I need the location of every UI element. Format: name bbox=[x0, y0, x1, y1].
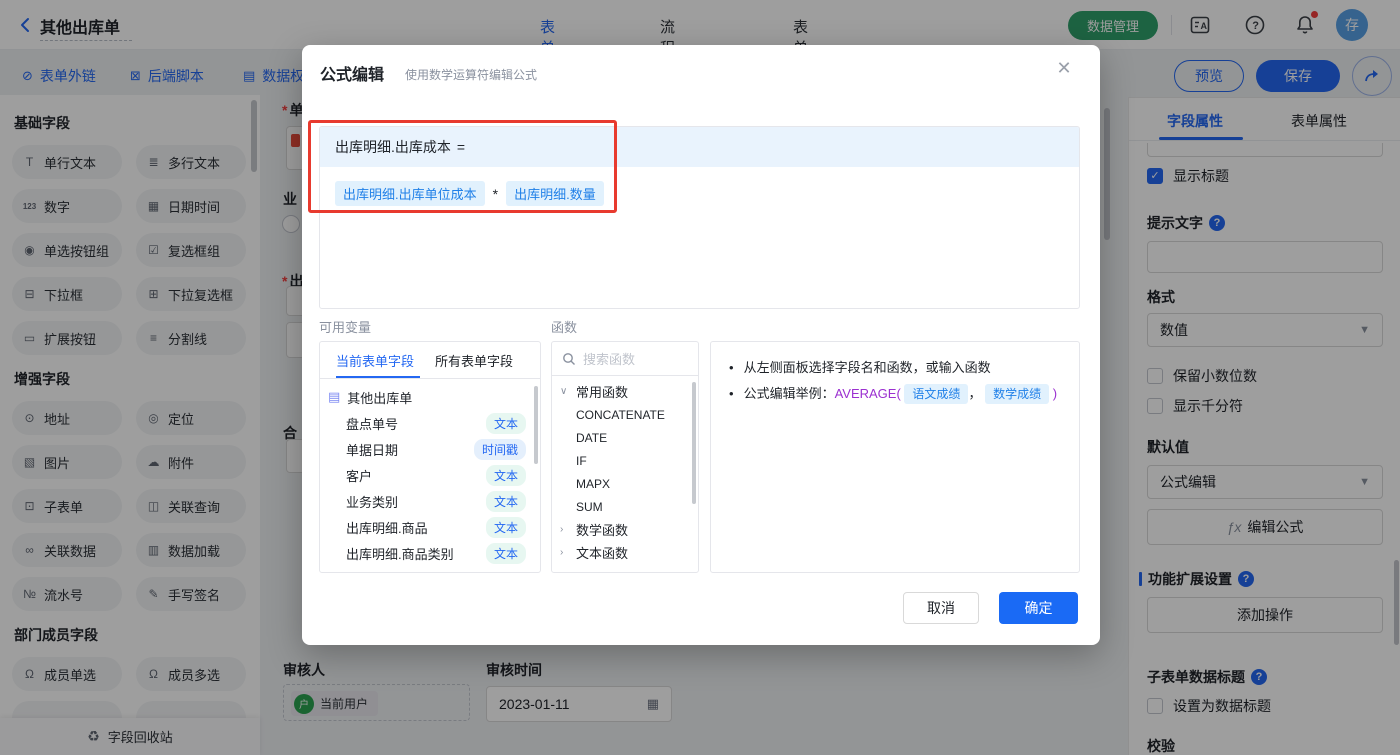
function-item[interactable]: SUM bbox=[552, 495, 698, 518]
function-name: AVERAGE( bbox=[834, 386, 901, 401]
chevron-collapsed-icon: › bbox=[560, 547, 564, 558]
functions-label: 函数 bbox=[551, 320, 578, 335]
function-group-label: 文本函数 bbox=[576, 546, 629, 561]
functions-panel: 搜索函数 ∨ 常用函数 CONCATENATE DATE IF MAPX SUM › 数学函数 ›… bbox=[551, 341, 699, 573]
function-item[interactable]: MAPX bbox=[552, 472, 698, 495]
variable-item[interactable]: 出库明细.商品 文本 bbox=[320, 514, 540, 540]
formula-help-panel: • 从左侧面板选择字段名和函数，或输入函数 • 公式编辑举例：AVERAGE( 语文… bbox=[710, 341, 1080, 573]
variables-label: 可用变量 bbox=[319, 320, 372, 335]
help-line-2: • 公式编辑举例：AVERAGE( 语文成绩， 数学成绩 ) bbox=[729, 381, 1061, 407]
bullet: • bbox=[729, 360, 734, 375]
variables-scrollbar[interactable] bbox=[534, 386, 538, 464]
example-field-chip: 数学成绩 bbox=[985, 384, 1050, 404]
functions-list: ∨ 常用函数 CONCATENATE DATE IF MAPX SUM › 数学函数 › 文本函数 bbox=[552, 376, 698, 564]
tab-current-form-fields[interactable]: 当前表单字段 bbox=[336, 351, 414, 370]
chevron-expanded-icon: ∨ bbox=[560, 386, 568, 397]
variable-item[interactable]: 出库明细.商品类别 文本 bbox=[320, 540, 540, 566]
function-close-paren: ) bbox=[1052, 386, 1058, 401]
variables-active-underline bbox=[336, 376, 420, 378]
modal-title: 公式编辑 bbox=[320, 67, 385, 84]
function-item[interactable]: IF bbox=[552, 449, 698, 472]
function-search[interactable]: 搜索函数 bbox=[552, 342, 698, 376]
field-type-badge: 文本 bbox=[485, 516, 526, 538]
formula-expression: 出库明细.出库单位成本 * 出库明细.数量 bbox=[335, 181, 604, 206]
search-icon bbox=[563, 352, 575, 365]
tab-all-form-fields[interactable]: 所有表单字段 bbox=[435, 351, 513, 370]
formula-target: 出库明细.出库成本 bbox=[335, 139, 451, 155]
function-group-label: 常用函数 bbox=[576, 385, 629, 400]
formula-target-row: 出库明细.出库成本 = bbox=[320, 127, 1079, 167]
function-item[interactable]: DATE bbox=[552, 426, 698, 449]
formula-field-chip[interactable]: 出库明细.数量 bbox=[506, 181, 604, 206]
multiply-operator: * bbox=[492, 185, 499, 202]
field-type-badge: 文本 bbox=[485, 412, 526, 434]
example-field-chip: 语文成绩 bbox=[904, 384, 969, 404]
app-root: 其他出库单 表单设计流程设定表单设置 数据管理 A ? 存 ⊘表单外链⊠后端脚本… bbox=[0, 0, 1400, 755]
search-placeholder: 搜索函数 bbox=[583, 352, 636, 367]
field-type-badge: 文本 bbox=[485, 464, 526, 486]
variable-name: 客户 bbox=[346, 468, 373, 484]
confirm-button[interactable]: 确定 bbox=[999, 592, 1078, 624]
equals-sign: = bbox=[456, 139, 466, 155]
variable-item[interactable]: 盘点单号 文本 bbox=[320, 410, 540, 436]
formula-editor-area[interactable]: 出库明细.出库成本 = 出库明细.出库单位成本 * 出库明细.数量 bbox=[319, 126, 1080, 309]
variables-list: 盘点单号 文本 单据日期 时间戳 客户 文本 业务类别 文本 出库明细.商品 文本 出库明细.商品类… bbox=[320, 410, 540, 566]
variable-item[interactable]: 单据日期 时间戳 bbox=[320, 436, 540, 462]
variables-tabs: 当前表单字段 所有表单字段 bbox=[320, 342, 540, 379]
variable-name: 盘点单号 bbox=[346, 416, 399, 432]
formula-editor-modal: 公式编辑 使用数学运算符编辑公式 ✕ 出库明细.出库成本 = 出库明细.出库单位… bbox=[302, 45, 1100, 645]
variable-name: 出库明细.商品 bbox=[346, 520, 428, 536]
field-type-badge: 文本 bbox=[485, 542, 526, 564]
functions-scrollbar[interactable] bbox=[692, 382, 696, 504]
field-type-badge: 时间戳 bbox=[473, 438, 526, 460]
variable-item[interactable]: 客户 文本 bbox=[320, 462, 540, 488]
cancel-button[interactable]: 取消 bbox=[903, 592, 979, 624]
chevron-collapsed-icon: › bbox=[560, 524, 564, 535]
help-line-1: • 从左侧面板选择字段名和函数，或输入函数 bbox=[729, 360, 991, 375]
field-type-badge: 文本 bbox=[485, 490, 526, 512]
bullet: • bbox=[729, 386, 734, 401]
function-group[interactable]: › 数学函数 bbox=[552, 518, 698, 541]
function-group-label: 数学函数 bbox=[576, 523, 629, 538]
function-group[interactable]: ∨ 常用函数 bbox=[552, 380, 698, 403]
function-group[interactable]: › 文本函数 bbox=[552, 541, 698, 564]
variable-name: 业务类别 bbox=[346, 494, 399, 510]
root-form-name: 其他出库单 bbox=[347, 390, 413, 406]
variable-name: 单据日期 bbox=[346, 442, 399, 458]
function-item[interactable]: CONCATENATE bbox=[552, 403, 698, 426]
modal-subtitle: 使用数学运算符编辑公式 bbox=[405, 68, 538, 82]
variable-name: 出库明细.商品类别 bbox=[346, 546, 454, 562]
variable-item[interactable]: 业务类别 文本 bbox=[320, 488, 540, 514]
formula-field-chip[interactable]: 出库明细.出库单位成本 bbox=[335, 181, 485, 206]
form-doc-icon: ▤ bbox=[328, 389, 341, 404]
close-icon[interactable]: ✕ bbox=[1052, 58, 1076, 79]
variables-panel: 当前表单字段 所有表单字段 ▤ 其他出库单 盘点单号 文本 单据日期 时间戳 客户 文本业… bbox=[319, 341, 541, 573]
variables-root-row[interactable]: ▤ 其他出库单 bbox=[320, 384, 540, 410]
